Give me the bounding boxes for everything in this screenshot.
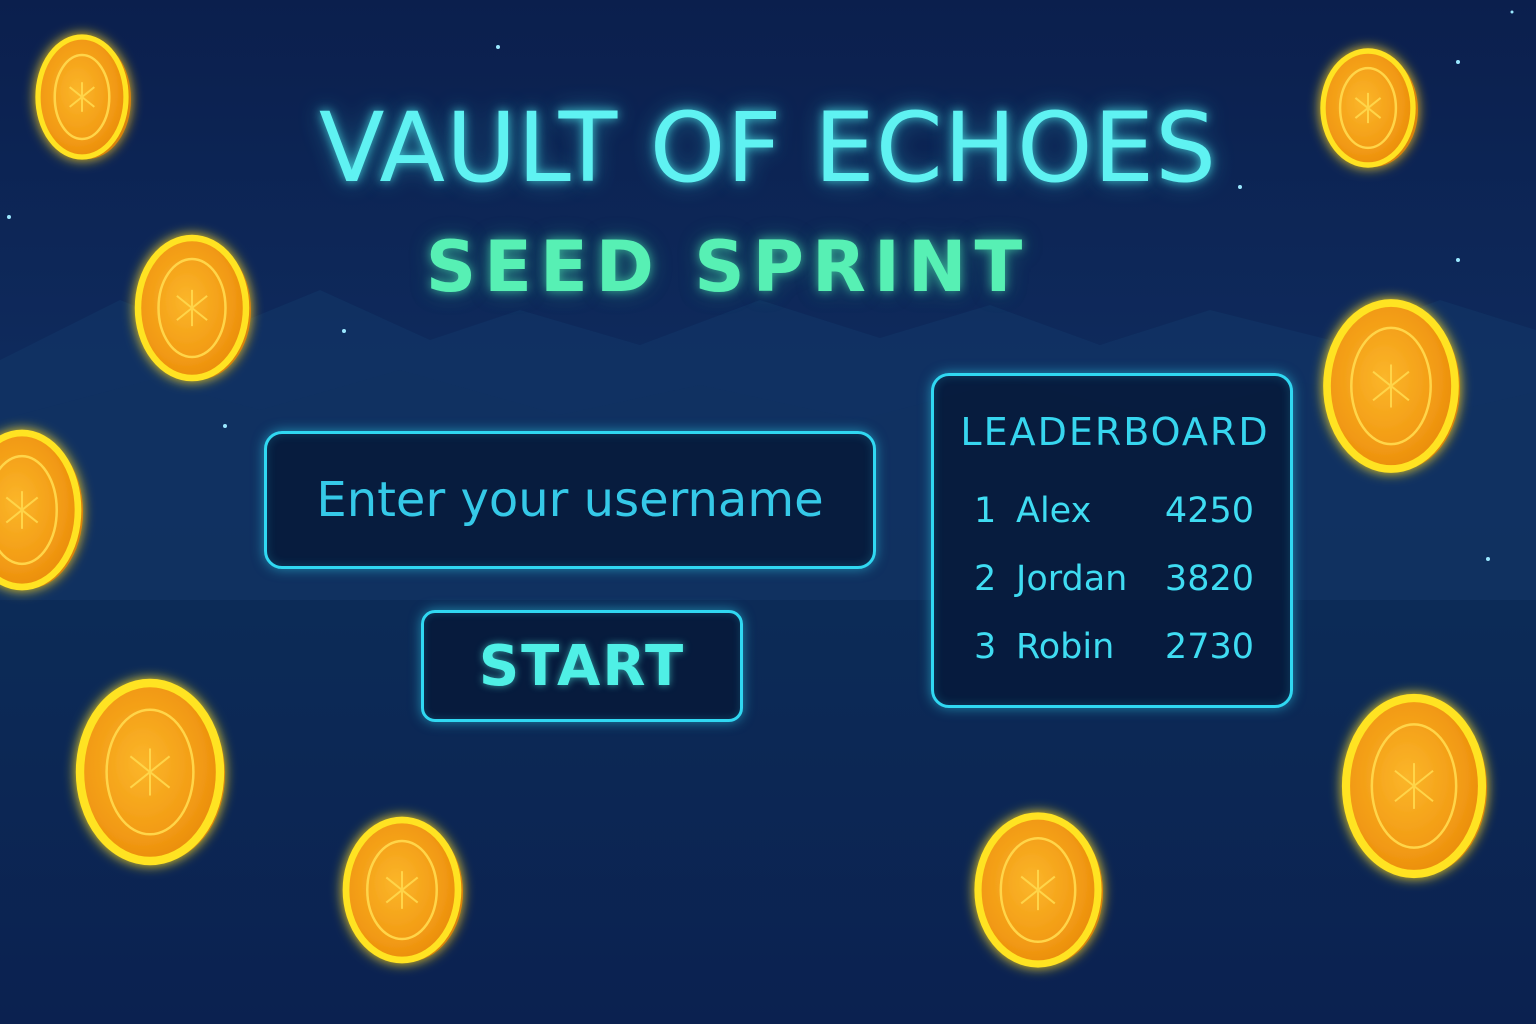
leaderboard-row: 2 Jordan 3820 — [974, 559, 1254, 605]
grid-lines — [0, 595, 1536, 860]
gold-coin-icon — [1341, 693, 1487, 879]
leaderboard-player-name: Robin — [1016, 627, 1115, 667]
gold-coin-icon — [342, 816, 463, 964]
gold-coin-icon — [974, 812, 1103, 968]
leaderboard-score: 3820 — [1164, 559, 1254, 599]
username-input[interactable] — [264, 431, 876, 569]
leaderboard-panel: LEADERBOARD 1 Alex 4250 2 Jordan 3820 3 … — [931, 373, 1293, 708]
leaderboard-rank: 2 — [974, 559, 997, 599]
leaderboard-row: 3 Robin 2730 — [974, 627, 1254, 673]
leaderboard-title: LEADERBOARD — [960, 410, 1270, 454]
start-button[interactable]: START — [421, 610, 743, 722]
game-subtitle: SEED SPRINT — [425, 226, 1031, 308]
game-title: VAULT OF ECHOES — [318, 92, 1218, 204]
leaderboard-row: 1 Alex 4250 — [974, 491, 1254, 537]
leaderboard-score: 4250 — [1164, 491, 1254, 531]
leaderboard-player-name: Alex — [1016, 491, 1092, 531]
leaderboard-player-name: Jordan — [1016, 559, 1128, 599]
gold-coin-icon — [75, 678, 225, 866]
leaderboard-rank: 3 — [974, 627, 997, 667]
leaderboard-rank: 1 — [974, 491, 997, 531]
leaderboard-score: 2730 — [1164, 627, 1254, 667]
gold-coin-icon — [1323, 299, 1460, 473]
